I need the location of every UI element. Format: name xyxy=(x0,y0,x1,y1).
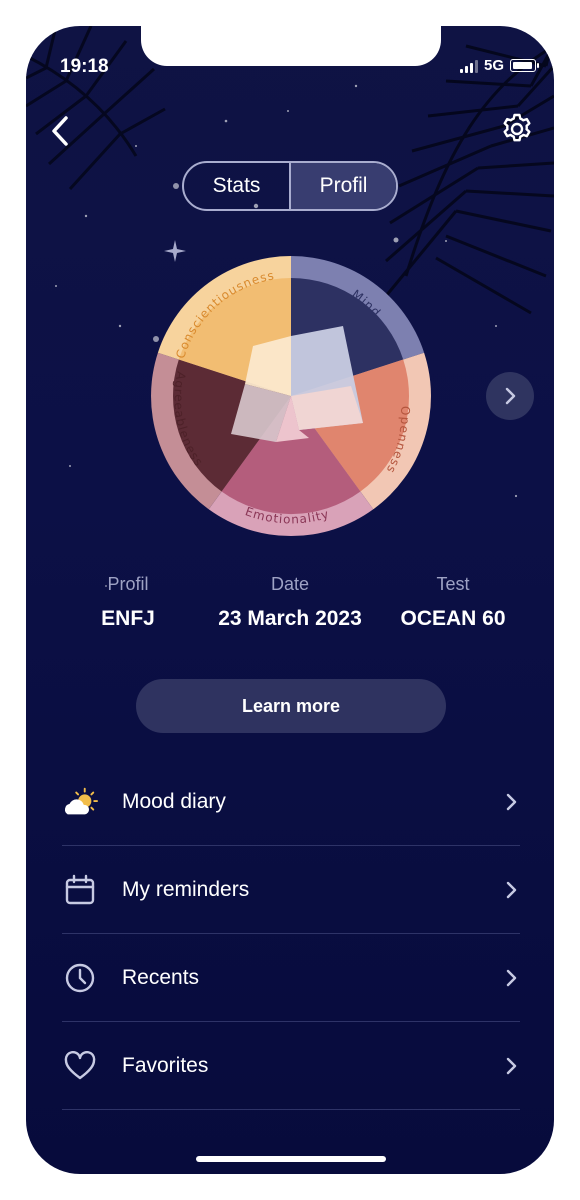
signal-icon xyxy=(459,59,478,73)
menu-item-favorites[interactable]: Favorites xyxy=(62,1022,520,1110)
date-info: Date 23 March 2023 xyxy=(200,574,380,631)
chevron-right-icon xyxy=(502,968,520,988)
profil-label: Profil xyxy=(107,574,149,594)
network-label: 5G xyxy=(483,57,504,74)
tab-stats[interactable]: Stats xyxy=(184,163,289,209)
menu-item-label: My reminders xyxy=(122,877,250,901)
back-button[interactable] xyxy=(46,114,76,148)
tab-profil[interactable]: Profil xyxy=(289,163,396,209)
menu-item-label: Recents xyxy=(122,965,200,989)
home-indicator[interactable] xyxy=(196,1156,386,1162)
chevron-right-icon xyxy=(502,792,520,812)
profil-info: Profil ENFJ xyxy=(78,574,178,631)
menu-item-recents[interactable]: Recents xyxy=(62,934,520,1022)
sun-cloud-icon xyxy=(62,784,98,820)
app-screen: 19:18 5G Stats Profil Conscientiousness … xyxy=(26,26,554,1174)
calendar-icon xyxy=(62,872,98,908)
chevron-right-icon xyxy=(505,387,516,405)
test-info: Test OCEAN 60 xyxy=(388,574,518,631)
next-button[interactable] xyxy=(486,372,534,420)
heart-icon xyxy=(62,1048,98,1084)
personality-wheel: Conscientiousness Mind Openness Emotiona… xyxy=(151,256,431,537)
clock-icon xyxy=(62,960,98,996)
chevron-right-icon xyxy=(502,880,520,900)
chevron-right-icon xyxy=(502,1056,520,1076)
settings-button[interactable] xyxy=(500,112,534,146)
profil-value: ENFJ xyxy=(101,607,155,630)
menu-item-mood-diary[interactable]: Mood diary xyxy=(62,758,520,846)
test-value: OCEAN 60 xyxy=(400,607,506,630)
menu-item-label: Favorites xyxy=(122,1053,209,1077)
chevron-left-icon xyxy=(52,116,68,146)
device-notch xyxy=(141,26,441,66)
date-value: 23 March 2023 xyxy=(218,607,362,630)
battery-icon xyxy=(510,59,539,72)
gear-icon xyxy=(503,113,531,142)
test-label: Test xyxy=(436,574,470,594)
profile-menu: Mood diary My reminders Recents Favorite… xyxy=(62,758,520,1110)
status-indicators: 5G xyxy=(459,57,539,74)
menu-item-my-reminders[interactable]: My reminders xyxy=(62,846,520,934)
status-time: 19:18 xyxy=(60,56,109,77)
learn-more-button[interactable]: Learn more xyxy=(136,679,446,733)
menu-item-label: Mood diary xyxy=(122,789,226,813)
stats-profil-toggle: Stats Profil xyxy=(182,161,398,211)
date-label: Date xyxy=(270,574,310,594)
